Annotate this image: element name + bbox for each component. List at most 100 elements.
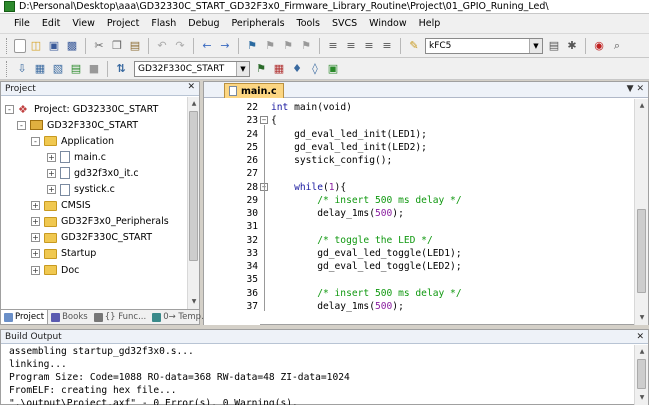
- line-number: 36: [246, 287, 258, 299]
- menu-item-tools[interactable]: Tools: [291, 14, 326, 34]
- tree-node[interactable]: + gd32f3x0_it.c: [47, 165, 139, 181]
- select-packs-icon[interactable]: ◊: [307, 61, 323, 77]
- uncomment-icon[interactable]: ≡: [379, 38, 395, 54]
- bookmark-icon[interactable]: ⚑: [244, 38, 260, 54]
- tab-books[interactable]: Books: [48, 310, 91, 324]
- unindent-icon[interactable]: ≡: [343, 38, 359, 54]
- navigate-back-icon[interactable]: ←: [199, 38, 215, 54]
- tree-expander-icon[interactable]: +: [31, 249, 40, 259]
- tree-expander-icon[interactable]: +: [47, 152, 56, 162]
- save-icon[interactable]: ▣: [46, 38, 62, 54]
- tree-expander-icon[interactable]: -: [5, 104, 14, 114]
- copy-icon[interactable]: ❐: [109, 38, 125, 54]
- chevron-down-icon[interactable]: ▼: [236, 61, 249, 76]
- tree-expander-icon[interactable]: +: [31, 217, 40, 227]
- tree-node[interactable]: + CMSIS: [31, 198, 91, 214]
- toolbar-grip[interactable]: [6, 37, 9, 54]
- tree-expander-icon[interactable]: +: [31, 265, 40, 275]
- code-token: /* toggle the LED */: [271, 234, 433, 246]
- cut-icon[interactable]: ✂: [91, 38, 107, 54]
- tree-expander-icon[interactable]: -: [31, 136, 40, 146]
- scroll-thumb[interactable]: [637, 209, 646, 293]
- menu-item-edit[interactable]: Edit: [36, 14, 66, 34]
- menu-item-debug[interactable]: Debug: [182, 14, 225, 34]
- panel-close-icon[interactable]: ✕: [636, 332, 644, 342]
- scroll-up-arrow-icon[interactable]: ▲: [188, 99, 200, 109]
- scroll-thumb[interactable]: [637, 359, 646, 389]
- tree-node-label: GD32F330C_START: [47, 119, 139, 131]
- menu-item-project[interactable]: Project: [101, 14, 146, 34]
- file-extensions-icon[interactable]: ▦: [271, 61, 287, 77]
- build-output-scrollbar[interactable]: ▲ ▼: [634, 345, 648, 405]
- tree-node[interactable]: - Application: [31, 133, 114, 149]
- next-bookmark-icon[interactable]: ⚑: [280, 38, 296, 54]
- scroll-up-arrow-icon[interactable]: ▲: [636, 101, 648, 111]
- stop-build-icon[interactable]: ■: [86, 61, 102, 77]
- tree-expander-icon[interactable]: +: [31, 201, 40, 211]
- pack-installer-icon[interactable]: ▣: [325, 61, 341, 77]
- find-in-files-icon[interactable]: ✎: [406, 38, 422, 54]
- tree-node[interactable]: - GD32F330C_START: [17, 117, 138, 133]
- rebuild-icon[interactable]: ▧: [50, 61, 66, 77]
- zoom-icon[interactable]: ⌕: [609, 38, 625, 54]
- tree-node[interactable]: + Startup: [31, 246, 96, 262]
- close-icon[interactable]: ▼ ✕: [627, 84, 644, 94]
- clear-bookmarks-icon[interactable]: ⚑: [298, 38, 314, 54]
- menu-item-view[interactable]: View: [66, 14, 101, 34]
- debug-settings-icon[interactable]: ✱: [564, 38, 580, 54]
- comment-icon[interactable]: ≡: [361, 38, 377, 54]
- manage-components-icon[interactable]: ♦: [289, 61, 305, 77]
- project-tree-scrollbar[interactable]: ▲ ▼: [187, 97, 199, 309]
- panel-close-icon[interactable]: ✕: [187, 82, 195, 92]
- start-debug-icon[interactable]: ◉: [591, 38, 607, 54]
- tree-node[interactable]: + systick.c: [47, 182, 115, 198]
- scroll-down-arrow-icon[interactable]: ▼: [636, 313, 648, 323]
- navigate-forward-icon[interactable]: →: [217, 38, 233, 54]
- tree-node[interactable]: + GD32F330C_START: [31, 230, 152, 246]
- find-combo[interactable]: kFC5 ▼: [425, 37, 543, 54]
- open-folder-icon[interactable]: ◫: [28, 38, 44, 54]
- menu-item-svcs[interactable]: SVCS: [326, 14, 363, 34]
- undo-icon[interactable]: ↶: [154, 38, 170, 54]
- tab-main-c[interactable]: main.c: [224, 83, 284, 98]
- scroll-up-arrow-icon[interactable]: ▲: [636, 347, 648, 357]
- tree-expander-icon[interactable]: +: [47, 168, 56, 178]
- tab-func[interactable]: {} Func...: [91, 310, 150, 324]
- tree-expander-icon[interactable]: +: [31, 233, 40, 243]
- batch-build-icon[interactable]: ▤: [68, 61, 84, 77]
- menu-item-help[interactable]: Help: [413, 14, 447, 34]
- chevron-down-icon[interactable]: ▼: [529, 38, 542, 53]
- indent-icon[interactable]: ≡: [325, 38, 341, 54]
- target-options-icon[interactable]: ⚑: [253, 61, 269, 77]
- tree-node[interactable]: - ❖ Project: GD32330C_START: [5, 101, 158, 117]
- tree-expander-icon[interactable]: +: [47, 185, 56, 194]
- redo-icon[interactable]: ↷: [172, 38, 188, 54]
- tree-node[interactable]: + Doc: [31, 262, 79, 278]
- paste-icon[interactable]: ▤: [127, 38, 143, 54]
- menu-item-window[interactable]: Window: [363, 14, 412, 34]
- menu-item-flash[interactable]: Flash: [145, 14, 182, 34]
- build-output-log[interactable]: assembling startup_gd32f3x0.s... linking.…: [1, 345, 631, 405]
- translate-icon[interactable]: ⇩: [14, 61, 30, 77]
- download-icon[interactable]: ⇅: [113, 61, 129, 77]
- toolbar-grip[interactable]: [6, 60, 9, 77]
- prev-bookmark-icon[interactable]: ⚑: [262, 38, 278, 54]
- scroll-down-arrow-icon[interactable]: ▼: [188, 297, 200, 307]
- target-select[interactable]: GD32F330C_START ▼: [134, 60, 250, 77]
- menu-item-peripherals[interactable]: Peripherals: [226, 14, 291, 34]
- scroll-down-arrow-icon[interactable]: ▼: [636, 393, 648, 403]
- editor-scrollbar[interactable]: ▲ ▼: [634, 99, 648, 325]
- build-icon[interactable]: ▦: [32, 61, 48, 77]
- menu-item-file[interactable]: File: [8, 14, 36, 34]
- tree-node[interactable]: + main.c: [47, 149, 106, 165]
- save-all-icon[interactable]: ▩: [64, 38, 80, 54]
- tree-expander-icon[interactable]: -: [17, 120, 26, 130]
- tab-project[interactable]: Project: [1, 310, 49, 324]
- build-output-panel: Build Output ✕ assembling startup_gd32f3…: [0, 329, 649, 405]
- new-file-icon[interactable]: [14, 38, 26, 53]
- tree-node[interactable]: + GD32F3x0_Peripherals: [31, 214, 169, 230]
- code-area[interactable]: 22 int main(void) 23−{24 gd_eval_led_init(…: [204, 99, 628, 325]
- fold-collapse-icon[interactable]: −: [260, 116, 268, 125]
- scroll-thumb[interactable]: [189, 111, 198, 261]
- incremental-find-icon[interactable]: ▤: [546, 38, 562, 54]
